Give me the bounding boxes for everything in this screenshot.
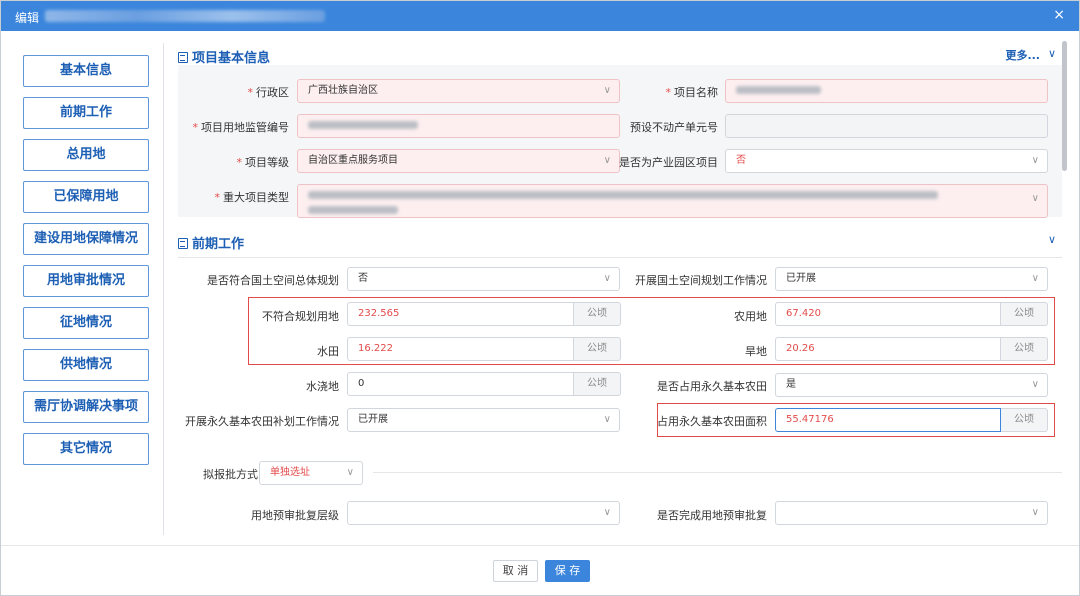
occupy-area-input[interactable]: 55.47176 xyxy=(775,408,1001,432)
chevron-down-icon: ∨ xyxy=(346,467,354,478)
industrial-park-label: 是否为产业园区项目 xyxy=(619,156,718,169)
section-title: 项目基本信息 xyxy=(192,51,271,66)
divider xyxy=(178,257,1062,258)
dryland-label: 旱地 xyxy=(745,345,767,358)
occupy-area-label: 占用永久基本农田面积 xyxy=(657,415,767,428)
chevron-down-icon: ∨ xyxy=(1031,507,1039,518)
pre-level-select[interactable]: ∨ xyxy=(347,501,620,525)
chevron-down-icon: ∨ xyxy=(1031,193,1039,204)
save-button[interactable]: 保 存 xyxy=(545,560,590,582)
chevron-down-icon: ∨ xyxy=(603,273,611,284)
spatial-plan-select[interactable]: 已开展 ∨ xyxy=(775,267,1048,291)
form-content: 项目基本信息 更多... ∨ * 行政区 广西壮族自治区 ∨ * 项目名称 * 项目用地… xyxy=(178,41,1062,535)
project-level-label: * 项目等级 xyxy=(236,156,290,169)
project-name-label: * 项目名称 xyxy=(665,86,719,99)
section-preliminary-header: 前期工作 ∨ xyxy=(178,233,1062,257)
nav-secured-land[interactable]: 已保障用地 xyxy=(23,181,149,213)
chevron-down-icon: ∨ xyxy=(603,507,611,518)
farmland-input[interactable]: 67.420 xyxy=(775,302,1001,326)
section-nav: 基本信息 前期工作 总用地 已保障用地 建设用地保障情况 用地审批情况 征地情况… xyxy=(23,55,151,475)
major-type-label: * 重大项目类型 xyxy=(214,191,290,204)
nav-land-acquisition[interactable]: 征地情况 xyxy=(23,307,149,339)
approval-select[interactable]: 单独选址 ∨ xyxy=(259,461,363,485)
nav-total-land[interactable]: 总用地 xyxy=(23,139,149,171)
more-link[interactable]: 更多... xyxy=(1005,47,1040,63)
land-code-field[interactable] xyxy=(297,114,620,138)
unit-addon: 公顷 xyxy=(574,302,621,326)
industrial-park-select[interactable]: 否 ∨ xyxy=(725,149,1048,173)
irrigated-input[interactable]: 0 xyxy=(347,372,574,396)
unit-addon: 公顷 xyxy=(574,337,621,361)
preset-unit-label: 预设不动产单元号 xyxy=(630,121,718,134)
chevron-down-icon[interactable]: ∨ xyxy=(1048,47,1056,60)
admin-region-select[interactable]: 广西壮族自治区 ∨ xyxy=(297,79,620,103)
plan-label: 是否符合国土空间总体规划 xyxy=(207,274,339,287)
dryland-input[interactable]: 20.26 xyxy=(775,337,1001,361)
footer-divider xyxy=(1,545,1079,546)
divider xyxy=(373,472,1062,473)
paddy-label: 水田 xyxy=(317,345,339,358)
chevron-down-icon: ∨ xyxy=(1031,273,1039,284)
scrollbar-thumb[interactable] xyxy=(1062,41,1067,171)
chevron-down-icon[interactable]: ∨ xyxy=(1048,233,1056,246)
nav-land-approval[interactable]: 用地审批情况 xyxy=(23,265,149,297)
spatial-plan-label: 开展国土空间规划工作情况 xyxy=(635,274,767,287)
chevron-down-icon: ∨ xyxy=(603,414,611,425)
unit-addon: 公顷 xyxy=(1001,302,1048,326)
nav-basic-info[interactable]: 基本信息 xyxy=(23,55,149,87)
chevron-down-icon: ∨ xyxy=(603,85,611,96)
supplement-label: 开展永久基本农田补划工作情况 xyxy=(185,415,339,428)
nav-coordination-issues[interactable]: 需厅协调解决事项 xyxy=(23,391,149,423)
nav-preliminary-work[interactable]: 前期工作 xyxy=(23,97,149,129)
irrigated-label: 水浇地 xyxy=(306,380,339,393)
occupy-label: 是否占用永久基本农田 xyxy=(657,380,767,393)
nav-land-supply[interactable]: 供地情况 xyxy=(23,349,149,381)
edit-dialog: 编辑 × 基本信息 前期工作 总用地 已保障用地 建设用地保障情况 用地审批情况… xyxy=(0,0,1080,596)
paddy-input[interactable]: 16.222 xyxy=(347,337,574,361)
close-icon[interactable]: × xyxy=(1053,7,1065,23)
project-level-select[interactable]: 自治区重点服务项目 ∨ xyxy=(297,149,620,173)
land-code-label: * 项目用地监管编号 xyxy=(192,121,290,134)
chevron-down-icon: ∨ xyxy=(1031,379,1039,390)
nonconform-label: 不符合规划用地 xyxy=(262,310,339,323)
pre-level-label: 用地预审批复层级 xyxy=(251,509,339,522)
unit-addon: 公顷 xyxy=(1001,408,1048,432)
section-title: 前期工作 xyxy=(192,237,245,252)
pre-done-select[interactable]: ∨ xyxy=(775,501,1048,525)
unit-addon: 公顷 xyxy=(574,372,621,396)
farmland-label: 农用地 xyxy=(734,310,767,323)
admin-region-label: * 行政区 xyxy=(247,86,290,99)
approval-label: 拟报批方式 xyxy=(203,468,258,481)
project-name-field[interactable] xyxy=(725,79,1048,103)
chevron-down-icon: ∨ xyxy=(1031,155,1039,166)
occupy-select[interactable]: 是 ∨ xyxy=(775,373,1048,397)
chevron-down-icon: ∨ xyxy=(603,155,611,166)
pre-done-label: 是否完成用地预审批复 xyxy=(657,509,767,522)
major-type-select[interactable]: ∨ xyxy=(297,184,1048,218)
dialog-title-blurred xyxy=(45,10,325,22)
cancel-button[interactable]: 取 消 xyxy=(493,560,538,582)
unit-addon: 公顷 xyxy=(1001,337,1048,361)
supplement-select[interactable]: 已开展 ∨ xyxy=(347,408,620,432)
dialog-title: 编辑 xyxy=(15,11,40,25)
nav-other[interactable]: 其它情况 xyxy=(23,433,149,465)
document-icon xyxy=(178,238,188,249)
plan-select[interactable]: 否 ∨ xyxy=(347,267,620,291)
nav-divider xyxy=(163,43,164,535)
document-icon xyxy=(178,52,188,63)
dialog-titlebar: 编辑 × xyxy=(1,1,1079,31)
nav-construction-land[interactable]: 建设用地保障情况 xyxy=(23,223,149,255)
nonconform-input[interactable]: 232.565 xyxy=(347,302,574,326)
preset-unit-field xyxy=(725,114,1048,138)
